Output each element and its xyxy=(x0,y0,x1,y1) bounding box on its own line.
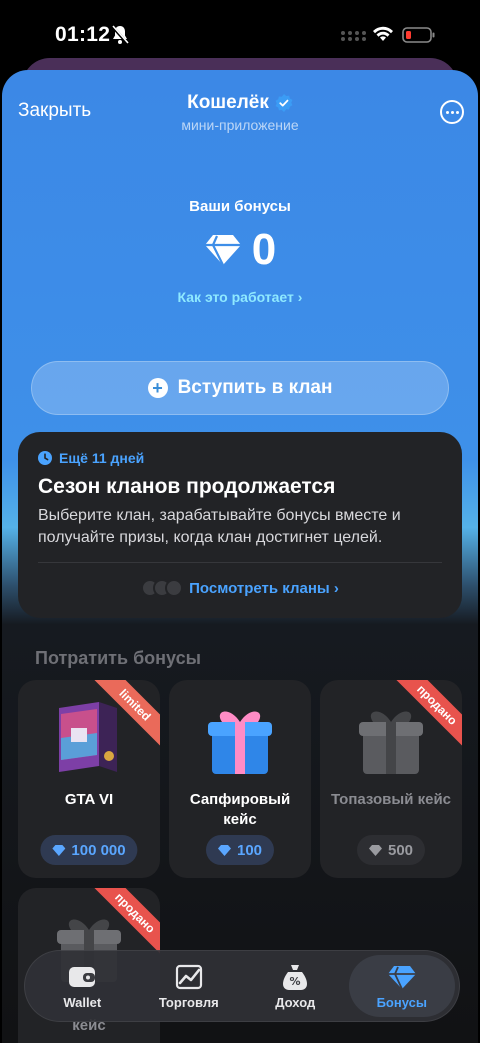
divider xyxy=(38,562,442,563)
more-dot-icon xyxy=(445,110,449,114)
join-clan-label: Вступить в клан xyxy=(177,377,333,398)
diamond-icon xyxy=(52,844,66,856)
diamond-icon xyxy=(387,965,416,989)
more-dot-icon xyxy=(455,110,459,114)
plus-icon: + xyxy=(147,378,168,398)
bonus-balance: 0 xyxy=(2,228,478,272)
clock-icon xyxy=(38,451,52,465)
spend-bonuses-title: Потратить бонусы xyxy=(35,648,201,668)
avatar xyxy=(165,579,184,597)
price-pill: 100 000 xyxy=(40,835,138,865)
season-countdown-text: Ещё 11 дней xyxy=(59,450,145,466)
percent-bag-icon: % xyxy=(283,964,308,990)
signal-icon xyxy=(341,31,366,41)
clan-card-description: Выберите клан, зарабатывайте бонусы вмес… xyxy=(38,507,401,546)
wallet-icon xyxy=(69,966,96,987)
reward-name: GTA VI xyxy=(64,791,114,808)
diamond-icon xyxy=(204,235,241,266)
clan-card-title: Сезон кланов продолжается xyxy=(38,475,336,498)
gift-box-blue-image xyxy=(208,711,272,774)
view-clans-link[interactable]: Посмотреть кланы › xyxy=(189,580,339,597)
more-dot-icon xyxy=(450,110,454,114)
app-title-block: Кошелёк мини-приложение xyxy=(2,92,478,133)
how-it-works-link[interactable]: Как это работает › xyxy=(2,289,478,305)
status-bar: 01:12 xyxy=(0,0,480,62)
bonus-value: 0 xyxy=(251,225,277,274)
price-value: 100 000 xyxy=(71,841,126,859)
wifi-icon xyxy=(373,26,393,41)
reward-card-topaz[interactable]: продано Топазовый кейс 500 xyxy=(320,680,462,878)
verified-badge-icon xyxy=(275,94,293,112)
join-clan-button[interactable]: + Вступить в клан xyxy=(31,361,449,415)
price-value: 100 xyxy=(236,841,263,859)
tab-label: Wallet xyxy=(63,994,102,1010)
chart-icon xyxy=(175,964,202,989)
app-subtitle: мини-приложение xyxy=(181,117,299,133)
tab-label: Доход xyxy=(275,994,316,1010)
app-title-text: Кошелёк xyxy=(187,92,269,113)
status-time: 01:12 xyxy=(55,23,111,46)
price-pill: 100 xyxy=(205,835,275,865)
reward-card-gta[interactable]: limited GTA VI 100 000 xyxy=(18,680,160,878)
reward-card-sapphire[interactable]: Сапфировый кейс 100 xyxy=(169,680,311,878)
diamond-icon xyxy=(217,844,231,856)
mini-app-sheet: Закрыть Кошелёк мини-приложение Ваши бон… xyxy=(2,70,478,1043)
more-options-button[interactable] xyxy=(440,100,464,124)
reward-name: Сапфировый кейс xyxy=(189,791,291,828)
bonus-label: Ваши бонусы xyxy=(189,198,291,215)
reward-name: Топазовый кейс xyxy=(330,791,452,808)
tab-bonuses[interactable]: Бонусы xyxy=(348,955,455,1017)
svg-text:%: % xyxy=(290,975,301,988)
clan-season-card: Ещё 11 дней Сезон кланов продолжается Вы… xyxy=(18,432,462,618)
price-value: 500 xyxy=(387,841,414,859)
clan-avatars xyxy=(141,579,184,597)
tab-trading[interactable]: Торговля xyxy=(136,955,243,1017)
tab-label: Бонусы xyxy=(376,994,427,1010)
view-clans-row[interactable]: Посмотреть кланы › xyxy=(18,579,462,597)
bottom-tab-bar: Wallet Торговля % Доход Бонусы xyxy=(24,950,460,1022)
season-countdown-badge: Ещё 11 дней xyxy=(38,450,144,466)
battery-icon xyxy=(402,27,435,43)
price-pill: 500 xyxy=(356,835,426,865)
game-box-image xyxy=(59,702,117,772)
tab-label: Торговля xyxy=(158,994,219,1010)
bell-muted-icon xyxy=(110,25,130,45)
gift-box-gray-image xyxy=(359,711,423,774)
diamond-icon xyxy=(368,844,382,856)
tab-income[interactable]: % Доход xyxy=(242,955,349,1017)
tab-wallet[interactable]: Wallet xyxy=(29,955,136,1017)
app-title: Кошелёк xyxy=(187,92,293,114)
